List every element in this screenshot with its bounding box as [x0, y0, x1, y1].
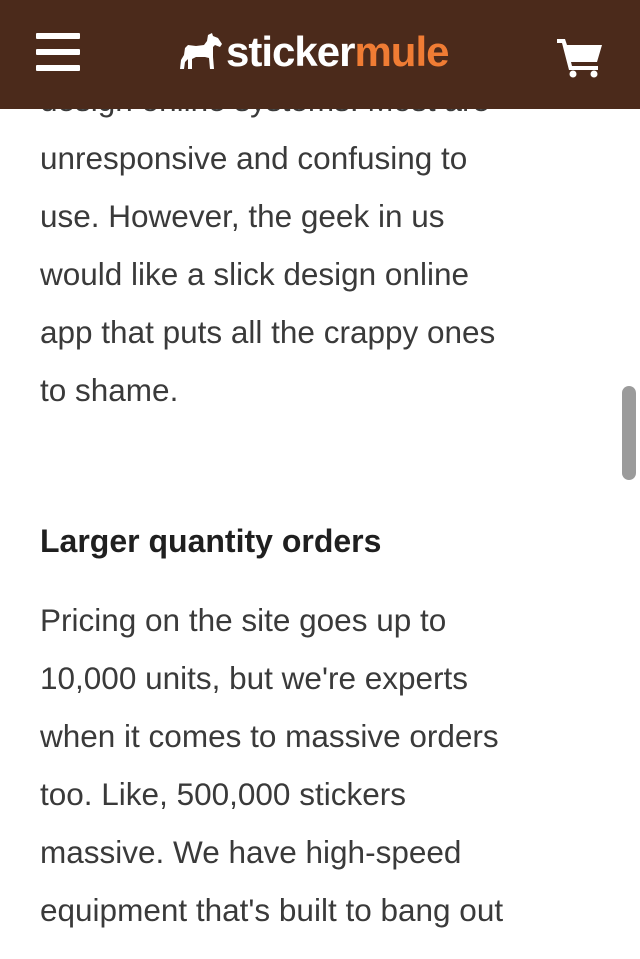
paragraph-line: app that puts all the crappy ones: [40, 314, 496, 350]
article-paragraph: design online systems. Most are unrespon…: [40, 71, 495, 419]
paragraph-line: Pricing on the site goes up to: [40, 602, 447, 638]
section-heading: Larger quantity orders: [40, 523, 382, 559]
menu-bar: [36, 49, 80, 55]
cart-glyph: [557, 39, 602, 78]
site-header: stickermule: [0, 0, 640, 109]
paragraph-line: use. However, the geek in us: [40, 198, 445, 234]
paragraph-line: massive. We have high-speed: [40, 834, 462, 870]
menu-bar: [36, 65, 80, 71]
horse-icon: [180, 33, 222, 69]
menu-bar: [36, 33, 80, 39]
paragraph-line: to shame.: [40, 372, 179, 408]
logo-text-sticker: sticker: [226, 28, 355, 75]
shopping-cart-icon[interactable]: [556, 36, 604, 78]
paragraph-line: 10,000 units, but we're experts: [40, 660, 469, 696]
stickermule-logo[interactable]: stickermule: [178, 28, 449, 76]
hamburger-menu-icon[interactable]: [36, 33, 82, 73]
paragraph-line: would like a slick design online: [40, 256, 469, 292]
paragraph-line: when it comes to massive orders: [40, 718, 499, 754]
scrollbar-thumb[interactable]: [622, 386, 636, 480]
paragraph-line: equipment that's built to bang out: [40, 892, 504, 928]
logo-text-mule: mule: [354, 28, 449, 75]
logo-wordmark: stickermule: [226, 28, 449, 76]
paragraph-line: too. Like, 500,000 stickers: [40, 776, 406, 812]
article-paragraph: Pricing on the site goes up to 10,000 un…: [40, 591, 503, 939]
paragraph-line: unresponsive and confusing to: [40, 140, 468, 176]
